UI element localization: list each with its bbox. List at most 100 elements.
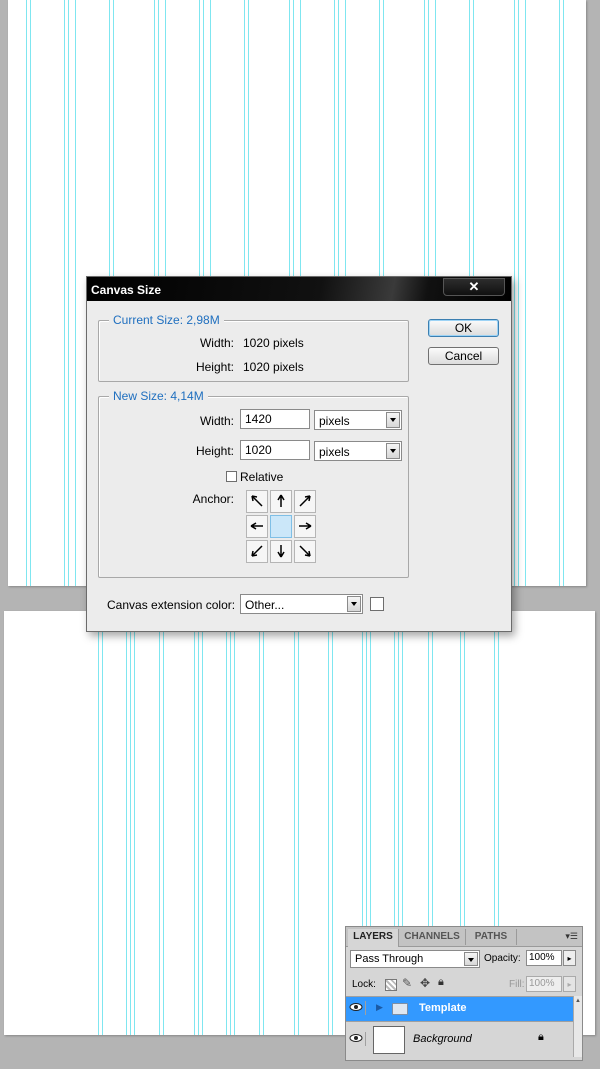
fill-input[interactable]: 100% bbox=[526, 976, 562, 992]
anchor-left[interactable] bbox=[246, 515, 268, 538]
anchor-center[interactable] bbox=[270, 515, 292, 538]
guide-line bbox=[514, 0, 515, 586]
guide-line bbox=[259, 611, 260, 1035]
panel-tabs: LAYERS CHANNELS PATHS ▾☰ bbox=[346, 927, 582, 947]
lock-move-icon[interactable]: ✥ bbox=[420, 976, 430, 990]
guide-line bbox=[159, 611, 160, 1035]
guide-line bbox=[126, 611, 127, 1035]
guide-line bbox=[294, 611, 295, 1035]
panel-menu-icon[interactable]: ▾☰ bbox=[565, 931, 578, 942]
arrow-up-left-icon bbox=[251, 495, 263, 507]
anchor-right[interactable] bbox=[294, 515, 316, 538]
anchor-grid bbox=[246, 490, 318, 566]
guide-line bbox=[102, 611, 103, 1035]
guide-line bbox=[559, 0, 560, 586]
dialog-titlebar[interactable]: Canvas Size ✕ bbox=[87, 277, 511, 301]
layer-row-background[interactable]: Background 🔒︎ bbox=[346, 1021, 582, 1058]
tab-channels[interactable]: CHANNELS bbox=[399, 929, 466, 945]
guide-line bbox=[230, 611, 231, 1035]
layer-name[interactable]: Template bbox=[419, 1002, 466, 1014]
guide-line bbox=[563, 0, 564, 586]
guide-line bbox=[98, 611, 99, 1035]
guide-line bbox=[64, 0, 65, 586]
new-height-label: Height: bbox=[195, 444, 234, 458]
lock-icon: 🔒︎ bbox=[538, 1031, 544, 1043]
guide-line bbox=[163, 611, 164, 1035]
guide-line bbox=[30, 0, 31, 586]
relative-label[interactable]: Relative bbox=[240, 470, 283, 484]
guide-line bbox=[332, 611, 333, 1035]
extension-color-select[interactable]: Other... bbox=[240, 594, 363, 614]
layer-name[interactable]: Background bbox=[413, 1033, 472, 1045]
blend-mode-select[interactable]: Pass Through bbox=[350, 950, 480, 968]
anchor-bottom[interactable] bbox=[270, 540, 292, 563]
guide-line bbox=[234, 611, 235, 1035]
current-height-value: 1020 pixels bbox=[243, 360, 304, 374]
fill-arrow-icon[interactable]: ▸ bbox=[563, 976, 576, 992]
layer-row-template[interactable]: ▶ Template bbox=[346, 996, 582, 1021]
arrow-down-right-icon bbox=[299, 545, 311, 557]
folder-icon bbox=[392, 1003, 408, 1015]
guide-line bbox=[134, 611, 135, 1035]
extension-color-label: Canvas extension color: bbox=[107, 598, 236, 612]
lock-label: Lock: bbox=[352, 979, 376, 990]
height-input[interactable] bbox=[240, 440, 310, 460]
guide-line bbox=[298, 611, 299, 1035]
opacity-label: Opacity: bbox=[484, 953, 521, 964]
anchor-top-left[interactable] bbox=[246, 490, 268, 513]
lock-brush-icon[interactable]: ✎ bbox=[402, 976, 412, 990]
guide-line bbox=[194, 611, 195, 1035]
chevron-down-icon[interactable] bbox=[464, 952, 478, 966]
tab-layers[interactable]: LAYERS bbox=[348, 929, 399, 947]
scroll-up-icon[interactable]: ▲ bbox=[575, 998, 581, 1004]
eye-icon[interactable] bbox=[349, 1032, 366, 1046]
opacity-arrow-icon[interactable]: ▸ bbox=[563, 950, 576, 966]
arrow-down-icon bbox=[277, 545, 285, 558]
canvas-size-dialog: Canvas Size ✕ Current Size: 2,98M Width:… bbox=[86, 276, 512, 632]
tab-paths[interactable]: PATHS bbox=[466, 929, 517, 945]
arrow-left-icon bbox=[250, 522, 263, 530]
extension-color-swatch[interactable] bbox=[370, 597, 384, 611]
cancel-button[interactable]: Cancel bbox=[428, 347, 499, 365]
current-size-legend: Current Size: 2,98M bbox=[109, 313, 224, 327]
anchor-bottom-right[interactable] bbox=[294, 540, 316, 563]
anchor-label: Anchor: bbox=[192, 492, 234, 506]
anchor-top-right[interactable] bbox=[294, 490, 316, 513]
dialog-title: Canvas Size bbox=[91, 283, 162, 297]
anchor-top[interactable] bbox=[270, 490, 292, 513]
width-input[interactable] bbox=[240, 409, 310, 429]
guide-line bbox=[226, 611, 227, 1035]
current-size-group: Current Size: 2,98M Width: 1020 pixels H… bbox=[98, 313, 409, 382]
guide-line bbox=[75, 0, 76, 586]
expand-triangle-icon[interactable]: ▶ bbox=[376, 1002, 383, 1013]
guide-line bbox=[198, 611, 199, 1035]
layers-scrollbar[interactable]: ▲ bbox=[573, 996, 582, 1057]
new-size-legend: New Size: 4,14M bbox=[109, 389, 208, 403]
chevron-down-icon[interactable] bbox=[347, 596, 361, 612]
eye-icon[interactable] bbox=[349, 1001, 366, 1015]
arrow-up-right-icon bbox=[299, 495, 311, 507]
guide-line bbox=[26, 0, 27, 586]
anchor-bottom-left[interactable] bbox=[246, 540, 268, 563]
fill-label: Fill: bbox=[509, 979, 525, 990]
guide-line bbox=[202, 611, 203, 1035]
arrow-down-left-icon bbox=[251, 545, 263, 557]
arrow-right-icon bbox=[299, 522, 312, 530]
blend-mode-value: Pass Through bbox=[355, 953, 424, 965]
relative-checkbox[interactable] bbox=[226, 471, 237, 482]
extension-color-value: Other... bbox=[245, 598, 285, 612]
layers-panel: LAYERS CHANNELS PATHS ▾☰ Pass Through Op… bbox=[345, 926, 583, 1061]
guide-line bbox=[518, 0, 519, 586]
guide-line bbox=[525, 0, 526, 586]
lock-all-icon[interactable]: 🔒︎ bbox=[438, 976, 444, 989]
lock-transparency-icon[interactable] bbox=[385, 979, 397, 991]
opacity-input[interactable]: 100% bbox=[526, 950, 562, 966]
arrow-up-icon bbox=[277, 494, 285, 507]
new-width-label: Width: bbox=[199, 414, 234, 428]
height-unit-select[interactable]: pixels bbox=[314, 441, 402, 461]
width-unit-select[interactable]: pixels bbox=[314, 410, 402, 430]
ok-button[interactable]: OK bbox=[428, 319, 499, 337]
chevron-down-icon[interactable] bbox=[386, 412, 400, 428]
chevron-down-icon[interactable] bbox=[386, 443, 400, 459]
close-icon[interactable]: ✕ bbox=[443, 278, 505, 296]
